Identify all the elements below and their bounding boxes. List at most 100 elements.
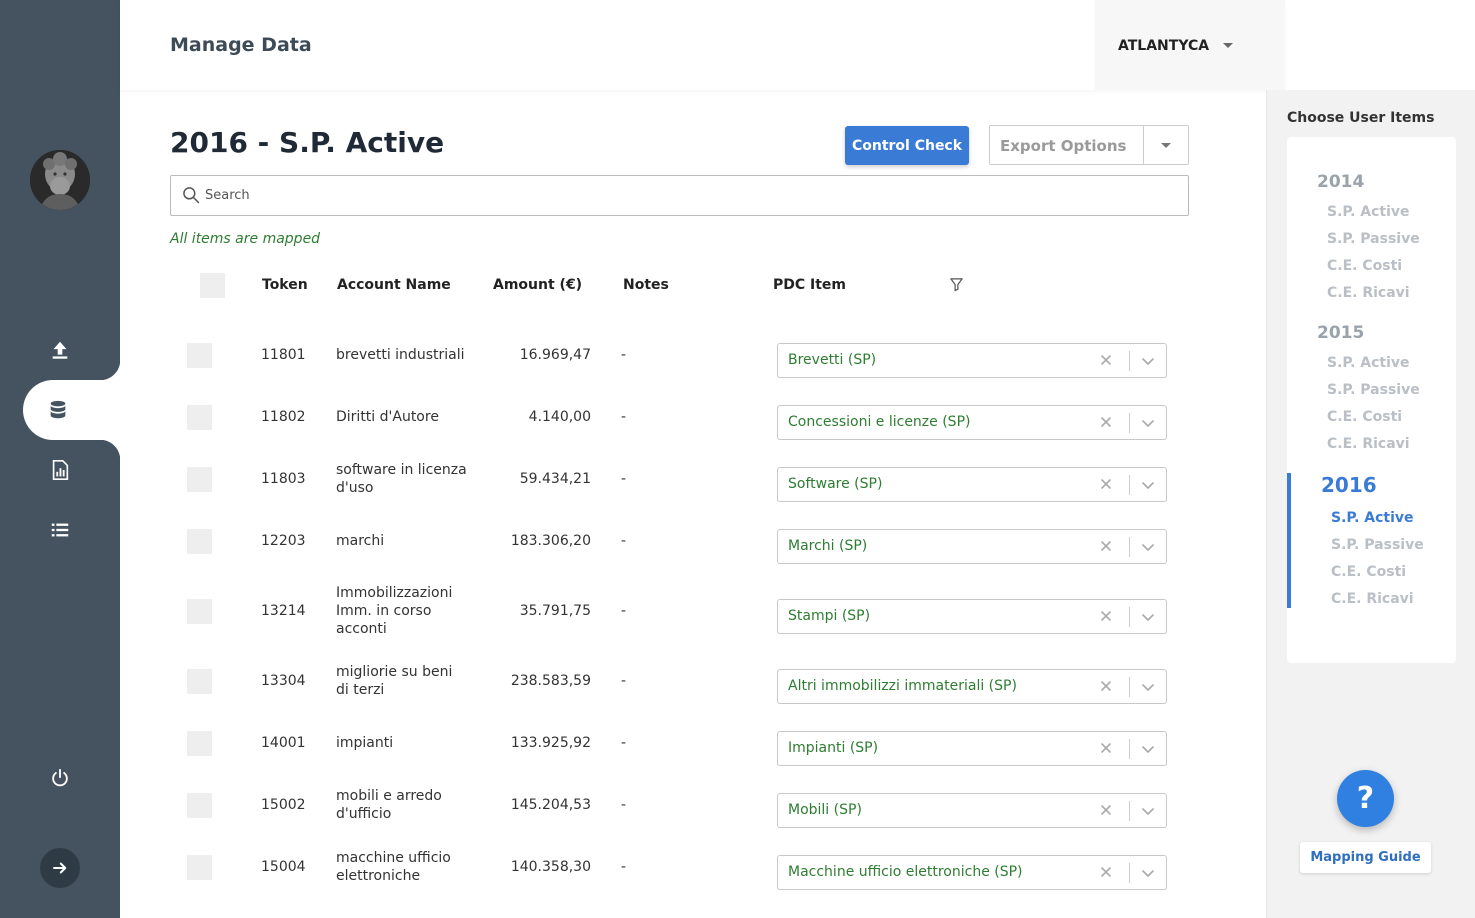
notes-cell[interactable]: - bbox=[621, 858, 626, 876]
mapping-guide-button[interactable]: Mapping Guide bbox=[1300, 842, 1431, 873]
export-options-select[interactable]: Export Options bbox=[989, 125, 1189, 165]
select-divider bbox=[1129, 607, 1130, 627]
select-divider bbox=[1129, 413, 1130, 433]
chevron-down-icon[interactable] bbox=[1140, 803, 1156, 819]
nav-list[interactable] bbox=[0, 500, 120, 560]
column-header-account-name[interactable]: Account Name bbox=[337, 277, 451, 293]
clear-icon[interactable] bbox=[1098, 802, 1114, 818]
account-name-line: di terzi bbox=[336, 682, 385, 698]
chevron-down-icon[interactable] bbox=[1140, 609, 1156, 625]
nav-manage-data[interactable] bbox=[23, 380, 93, 440]
year-2014-sp-active[interactable]: S.P. Active bbox=[1327, 204, 1410, 220]
year-2015-ce-ricavi[interactable]: C.E. Ricavi bbox=[1327, 436, 1410, 452]
chevron-down-icon[interactable] bbox=[1140, 353, 1156, 369]
chevron-down-icon[interactable] bbox=[1140, 415, 1156, 431]
sidebar bbox=[0, 0, 120, 918]
control-check-button[interactable]: Control Check bbox=[845, 126, 969, 165]
column-header-pdc-item[interactable]: PDC Item bbox=[773, 277, 846, 293]
user-menu[interactable]: ATLANTYCA bbox=[1095, 0, 1285, 90]
year-2016-sp-active[interactable]: S.P. Active bbox=[1331, 510, 1414, 526]
year-2014-sp-passive[interactable]: S.P. Passive bbox=[1327, 231, 1420, 247]
account-name-line: mobili e arredo bbox=[336, 788, 442, 804]
pdc-item-select[interactable]: Brevetti (SP) bbox=[777, 343, 1167, 378]
year-2014[interactable]: 2014 bbox=[1317, 172, 1364, 192]
search-input[interactable] bbox=[205, 176, 1165, 215]
amount-cell: 145.204,53 bbox=[510, 797, 591, 813]
year-2014-ce-ricavi[interactable]: C.E. Ricavi bbox=[1327, 285, 1410, 301]
year-2016-ce-costi[interactable]: C.E. Costi bbox=[1331, 564, 1406, 580]
notes-cell[interactable]: - bbox=[621, 672, 626, 690]
select-divider bbox=[1129, 863, 1130, 883]
account-name-line: d'uso bbox=[336, 480, 374, 496]
chevron-down-icon[interactable] bbox=[1140, 741, 1156, 757]
clear-icon[interactable] bbox=[1098, 414, 1114, 430]
active-year-indicator bbox=[1287, 473, 1291, 608]
notes-cell[interactable]: - bbox=[621, 602, 626, 620]
pdc-item-select[interactable]: Impianti (SP) bbox=[777, 731, 1167, 766]
clear-icon[interactable] bbox=[1098, 538, 1114, 554]
clear-icon[interactable] bbox=[1098, 864, 1114, 880]
top-header: Manage Data ATLANTYCA bbox=[120, 0, 1285, 90]
row-checkbox[interactable] bbox=[187, 467, 212, 492]
account-name-line: migliorie su beni bbox=[336, 664, 453, 680]
year-2016[interactable]: 2016 bbox=[1321, 473, 1377, 497]
account-name-line: marchi bbox=[336, 533, 385, 549]
row-checkbox[interactable] bbox=[187, 529, 212, 554]
pdc-item-select[interactable]: Software (SP) bbox=[777, 467, 1167, 502]
help-button[interactable]: ? bbox=[1337, 770, 1394, 827]
year-2015-sp-active[interactable]: S.P. Active bbox=[1327, 355, 1410, 371]
chevron-down-icon[interactable] bbox=[1140, 865, 1156, 881]
notes-cell[interactable]: - bbox=[621, 796, 626, 814]
clear-icon[interactable] bbox=[1098, 608, 1114, 624]
select-divider bbox=[1143, 126, 1144, 164]
clear-icon[interactable] bbox=[1098, 476, 1114, 492]
chevron-down-icon[interactable] bbox=[1140, 539, 1156, 555]
logout-button[interactable] bbox=[0, 748, 120, 808]
notes-cell[interactable]: - bbox=[621, 408, 626, 426]
caret-down-icon bbox=[1161, 143, 1171, 148]
year-2015[interactable]: 2015 bbox=[1317, 323, 1364, 343]
row-checkbox[interactable] bbox=[187, 731, 212, 756]
pdc-item-value: Stampi (SP) bbox=[788, 608, 871, 624]
year-2015-sp-passive[interactable]: S.P. Passive bbox=[1327, 382, 1420, 398]
expand-sidebar-button[interactable] bbox=[40, 848, 80, 888]
pdc-item-select[interactable]: Mobili (SP) bbox=[777, 793, 1167, 828]
notes-cell[interactable]: - bbox=[621, 734, 626, 752]
chevron-down-icon[interactable] bbox=[1140, 679, 1156, 695]
pdc-item-select[interactable]: Stampi (SP) bbox=[777, 599, 1167, 634]
year-2016-sp-passive[interactable]: S.P. Passive bbox=[1331, 537, 1424, 553]
clear-icon[interactable] bbox=[1098, 740, 1114, 756]
filter-icon[interactable] bbox=[949, 277, 964, 292]
pdc-item-select[interactable]: Altri immobilizzi immateriali (SP) bbox=[777, 669, 1167, 704]
select-divider bbox=[1129, 739, 1130, 759]
database-icon bbox=[50, 400, 66, 419]
column-header-amount[interactable]: Amount (€) bbox=[493, 277, 582, 293]
row-checkbox[interactable] bbox=[187, 405, 212, 430]
avatar[interactable] bbox=[30, 150, 90, 210]
row-checkbox[interactable] bbox=[187, 343, 212, 368]
clear-icon[interactable] bbox=[1098, 678, 1114, 694]
row-checkbox[interactable] bbox=[187, 669, 212, 694]
notes-cell[interactable]: - bbox=[621, 346, 626, 364]
row-checkbox[interactable] bbox=[187, 599, 212, 624]
token-cell: 13214 bbox=[261, 603, 306, 619]
pdc-item-value: Impianti (SP) bbox=[788, 740, 879, 756]
amount-cell: 16.969,47 bbox=[519, 347, 591, 363]
year-2015-ce-costi[interactable]: C.E. Costi bbox=[1327, 409, 1402, 425]
column-header-notes[interactable]: Notes bbox=[623, 277, 669, 293]
account-name-cell: macchine ufficio elettroniche bbox=[336, 849, 451, 885]
notes-cell[interactable]: - bbox=[621, 470, 626, 488]
chevron-down-icon[interactable] bbox=[1140, 477, 1156, 493]
row-checkbox[interactable] bbox=[187, 855, 212, 880]
clear-icon[interactable] bbox=[1098, 352, 1114, 368]
row-checkbox[interactable] bbox=[187, 793, 212, 818]
select-all-checkbox[interactable] bbox=[200, 273, 225, 298]
year-2016-ce-ricavi[interactable]: C.E. Ricavi bbox=[1331, 591, 1414, 607]
pdc-item-select[interactable]: Concessioni e licenze (SP) bbox=[777, 405, 1167, 440]
notes-cell[interactable]: - bbox=[621, 532, 626, 550]
pdc-item-select[interactable]: Marchi (SP) bbox=[777, 529, 1167, 564]
pdc-item-select[interactable]: Macchine ufficio elettroniche (SP) bbox=[777, 855, 1167, 890]
nav-reports[interactable] bbox=[0, 440, 120, 500]
column-header-token[interactable]: Token bbox=[262, 277, 308, 293]
year-2014-ce-costi[interactable]: C.E. Costi bbox=[1327, 258, 1402, 274]
